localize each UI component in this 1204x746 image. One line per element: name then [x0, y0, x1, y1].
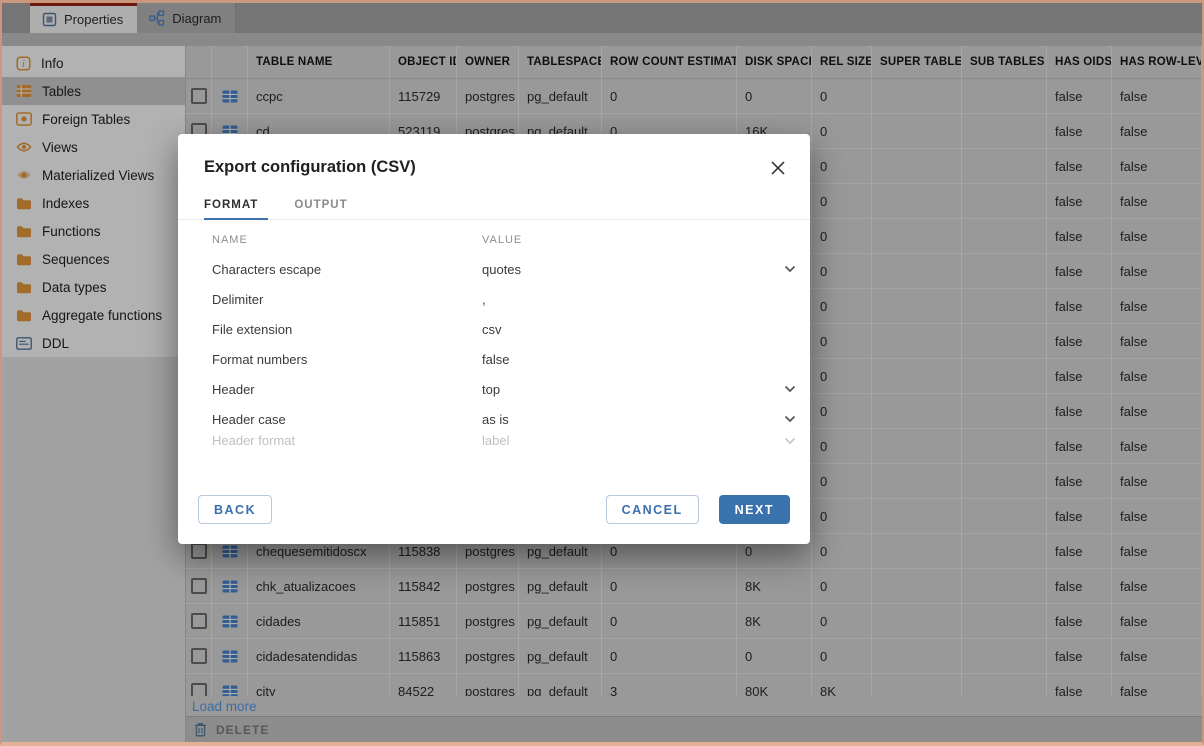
- next-button[interactable]: NEXT: [719, 495, 790, 524]
- setting-value[interactable]: label: [482, 434, 784, 447]
- setting-value[interactable]: false: [482, 352, 796, 367]
- setting-name: Header case: [212, 412, 482, 427]
- cancel-button[interactable]: CANCEL: [606, 495, 699, 524]
- setting-name: Delimiter: [212, 292, 482, 307]
- setting-value[interactable]: as is: [482, 412, 784, 427]
- setting-row: Header formatlabel: [212, 434, 796, 447]
- setting-value[interactable]: ,: [482, 292, 796, 307]
- app-window: Properties Diagram iInfoTablesForeign Ta…: [0, 0, 1204, 746]
- tab-output[interactable]: OUTPUT: [294, 199, 357, 219]
- setting-row: Characters escapequotes: [212, 254, 796, 284]
- chevron-down-icon[interactable]: [784, 385, 796, 393]
- setting-row: Delimiter,: [212, 284, 796, 314]
- setting-value[interactable]: quotes: [482, 262, 784, 277]
- setting-value[interactable]: top: [482, 382, 784, 397]
- dialog-footer: BACK CANCEL NEXT: [178, 495, 810, 544]
- export-config-dialog: Export configuration (CSV) FORMAT OUTPUT…: [178, 134, 810, 544]
- setting-row: File extensioncsv: [212, 314, 796, 344]
- chevron-down-icon[interactable]: [784, 265, 796, 273]
- setting-name: File extension: [212, 322, 482, 337]
- settings-col-name: NAME: [212, 234, 482, 246]
- setting-value[interactable]: csv: [482, 322, 796, 337]
- dialog-title: Export configuration (CSV): [204, 158, 416, 177]
- setting-row: Header caseas is: [212, 404, 796, 434]
- chevron-down-icon[interactable]: [784, 437, 796, 445]
- settings-header-row: NAME VALUE: [178, 220, 810, 254]
- close-icon[interactable]: [770, 160, 786, 176]
- settings-list: Characters escapequotesDelimiter,File ex…: [178, 254, 810, 495]
- settings-col-value: VALUE: [482, 234, 522, 246]
- chevron-down-icon[interactable]: [784, 415, 796, 423]
- setting-name: Characters escape: [212, 262, 482, 277]
- setting-name: Header format: [212, 434, 482, 447]
- setting-name: Format numbers: [212, 352, 482, 367]
- dialog-tabs: FORMAT OUTPUT: [178, 177, 810, 220]
- setting-row: Headertop: [212, 374, 796, 404]
- tab-format[interactable]: FORMAT: [204, 199, 268, 220]
- back-button[interactable]: BACK: [198, 495, 272, 524]
- setting-name: Header: [212, 382, 482, 397]
- setting-row: Format numbersfalse: [212, 344, 796, 374]
